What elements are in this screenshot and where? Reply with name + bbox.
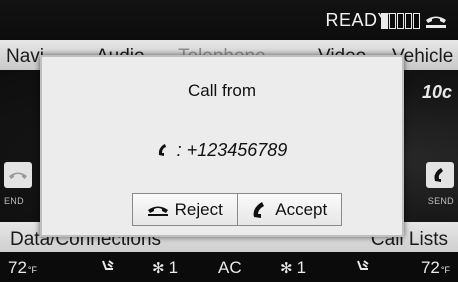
- phone-icon: [158, 144, 166, 156]
- reject-label: Reject: [174, 199, 223, 219]
- hang-up-icon: [147, 206, 168, 216]
- head-unit-screen: READY Navi Audio Telephone Video Vehicle…: [0, 0, 458, 282]
- right-temperature[interactable]: 72 °F: [421, 258, 450, 278]
- right-temperature-value: 72: [420, 258, 440, 277]
- accept-label: Accept: [275, 199, 328, 219]
- right-seat-airflow[interactable]: [355, 258, 371, 274]
- caller-number: +123456789: [186, 140, 288, 160]
- right-fan-value: 1: [296, 258, 307, 277]
- ac-toggle[interactable]: AC: [218, 258, 242, 278]
- signal-cell: [381, 13, 388, 29]
- pick-up-icon: [434, 168, 443, 182]
- climate-bar: 72 °F ✻ 1 AC ✻ 1 72 °F: [0, 252, 458, 282]
- temperature-unit: °F: [440, 265, 450, 275]
- fan-icon: ✻: [152, 260, 165, 277]
- right-fan-speed[interactable]: ✻ 1: [280, 258, 306, 278]
- signal-cell: [405, 13, 412, 29]
- end-call-button[interactable]: [4, 162, 32, 188]
- signal-cell: [413, 13, 420, 29]
- dialog-title: Call from: [187, 81, 256, 100]
- call-actions: Reject Accept: [132, 193, 342, 226]
- separator: :: [176, 140, 182, 160]
- fan-icon: ✻: [280, 260, 293, 277]
- reject-button[interactable]: Reject: [133, 194, 237, 225]
- left-seat-airflow[interactable]: [100, 258, 116, 274]
- seat-airflow-icon: [102, 260, 114, 270]
- accept-button[interactable]: Accept: [236, 194, 342, 225]
- left-temperature-value: 72: [8, 258, 27, 277]
- send-call-button[interactable]: [426, 162, 454, 188]
- send-label: SEND: [427, 196, 454, 206]
- signal-strength-indicator: [381, 13, 420, 29]
- left-fan-speed[interactable]: ✻ 1: [152, 258, 178, 278]
- incoming-call-dialog: Call from : +123456789 Reject Accept: [40, 55, 404, 237]
- left-fan-value: 1: [168, 258, 179, 277]
- end-label: END: [4, 196, 24, 206]
- caller-number-row: : +123456789: [42, 140, 402, 161]
- pick-up-icon: [253, 201, 265, 218]
- signal-cell: [397, 13, 404, 29]
- background-text-fragment: 10c: [421, 82, 452, 102]
- menu-item-navi[interactable]: Navi: [6, 46, 44, 68]
- hang-up-icon: [9, 172, 27, 179]
- temperature-unit: °F: [27, 265, 38, 275]
- signal-cell: [389, 13, 396, 29]
- status-bar: READY: [0, 0, 458, 40]
- left-temperature[interactable]: 72 °F: [8, 258, 37, 278]
- seat-airflow-icon: [357, 260, 369, 270]
- phone-handset-icon: [426, 16, 446, 28]
